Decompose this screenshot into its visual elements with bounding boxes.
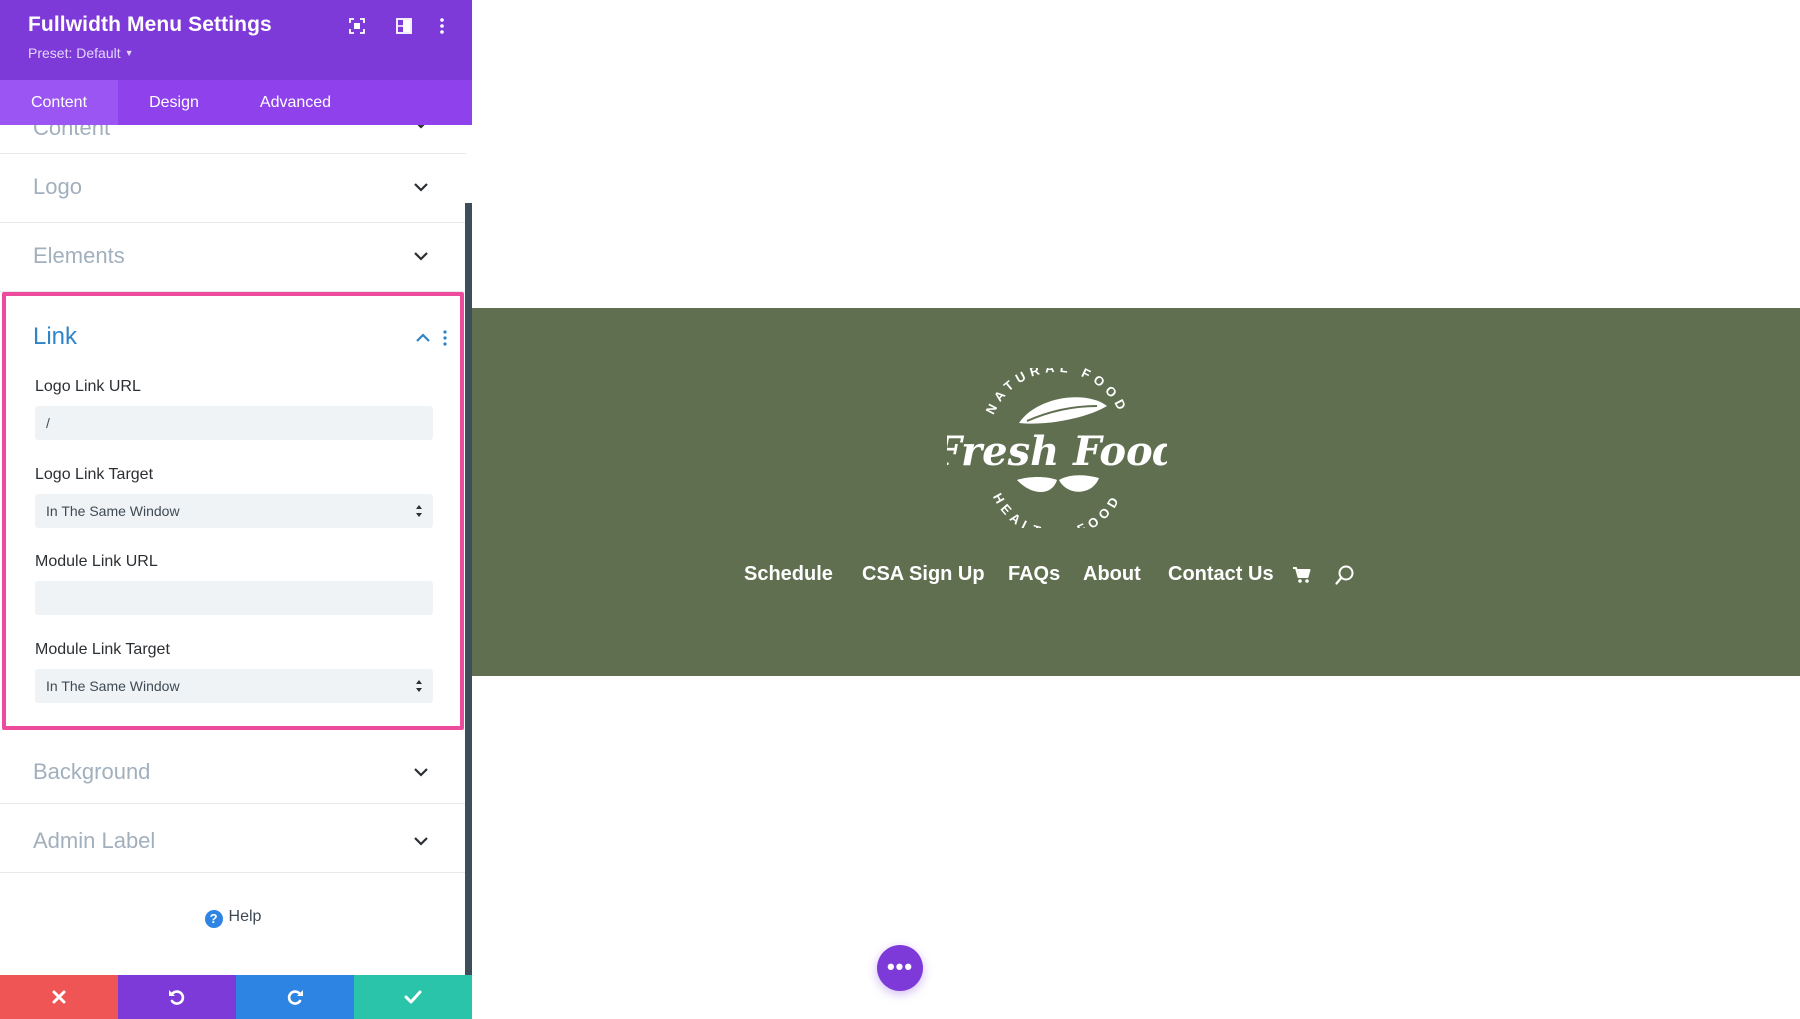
discard-button[interactable] [0, 975, 118, 1019]
chevron-down-icon [417, 125, 425, 129]
question-circle-icon: ? [204, 910, 223, 928]
redo-icon [287, 990, 303, 1005]
action-bar [0, 975, 472, 1019]
close-icon [52, 990, 66, 1004]
logo-link-target-select[interactable]: In The Same Window [35, 494, 433, 528]
module-link-url-input[interactable] [35, 581, 433, 615]
chevron-down-icon [414, 768, 428, 777]
fullwidth-menu-module[interactable]: NATURAL FOOD Fresh Food HEALTHY FOOD Sch… [472, 308, 1800, 676]
toggle-logo-title: Logo [33, 174, 82, 199]
help-link[interactable]: ? Help [0, 908, 466, 928]
chevron-down-icon [414, 837, 428, 846]
toggle-background-title: Background [33, 759, 151, 784]
tab-advanced[interactable]: Advanced [238, 80, 353, 125]
logo-link-url-input[interactable]: / [35, 406, 433, 440]
toggle-elements-title: Elements [33, 243, 125, 268]
chevron-up-icon[interactable] [415, 333, 431, 343]
chevron-down-icon [414, 183, 428, 192]
module-link-target-value: In The Same Window [46, 678, 180, 694]
page-preview: NATURAL FOOD Fresh Food HEALTHY FOOD Sch… [472, 0, 1800, 1019]
redo-button[interactable] [236, 975, 354, 1019]
tab-bar: Content Design Advanced [0, 80, 472, 125]
settings-panel: Fullwidth Menu Settings Preset: Default ▼ [0, 0, 472, 1019]
panel-scrollbar[interactable] [465, 203, 472, 975]
link-section: Link Logo Link URL / Logo Link Target In… [2, 292, 464, 730]
menu-item-contact-us[interactable]: Contact Us [1168, 563, 1274, 586]
page-settings-button[interactable]: ••• [877, 945, 923, 991]
link-section-title[interactable]: Link [33, 323, 77, 351]
module-link-url-label: Module Link URL [35, 553, 158, 570]
caret-down-icon: ▼ [124, 48, 134, 58]
cart-icon[interactable] [1292, 565, 1312, 585]
expand-icon[interactable] [347, 16, 367, 36]
panel-title: Fullwidth Menu Settings [28, 13, 272, 36]
section-more-icon[interactable] [442, 330, 448, 346]
toggle-admin-label-title: Admin Label [33, 828, 156, 853]
module-link-target-select[interactable]: In The Same Window [35, 669, 433, 703]
menu-item-schedule[interactable]: Schedule [744, 563, 833, 586]
menu-item-csa-sign-up[interactable]: CSA Sign Up [862, 563, 985, 586]
more-horizontal-icon: ••• [886, 954, 914, 979]
toggle-content-title: Content [33, 125, 111, 140]
more-vertical-icon[interactable] [432, 16, 452, 36]
toggle-logo[interactable]: Logo [0, 154, 466, 223]
menu-item-faqs[interactable]: FAQs [1008, 563, 1060, 586]
settings-scroll-area[interactable]: Content Logo Elements Link Logo Link URL… [0, 125, 466, 975]
main-menu: Schedule CSA Sign Up FAQs About Contact … [472, 563, 1800, 603]
panel-header: Fullwidth Menu Settings Preset: Default ▼ [0, 0, 472, 80]
logo-link-url-label: Logo Link URL [35, 378, 141, 395]
logo-link-target-label: Logo Link Target [35, 466, 154, 483]
preset-label: Preset: Default [28, 45, 121, 61]
check-icon [404, 990, 422, 1004]
menu-item-about[interactable]: About [1083, 563, 1141, 586]
search-icon[interactable] [1334, 564, 1356, 586]
toggle-content[interactable]: Content [0, 125, 466, 154]
select-arrows-icon [416, 680, 422, 692]
svg-text:HEALTHY FOOD: HEALTHY FOOD [990, 490, 1124, 528]
select-arrows-icon [416, 505, 422, 517]
toggle-admin-label[interactable]: Admin Label [0, 804, 466, 873]
chevron-down-icon [414, 252, 428, 261]
split-view-icon[interactable] [394, 16, 414, 36]
fresh-food-logo[interactable]: NATURAL FOOD Fresh Food HEALTHY FOOD [947, 368, 1167, 528]
preset-selector[interactable]: Preset: Default ▼ [28, 45, 134, 61]
undo-icon [169, 990, 185, 1005]
tab-content[interactable]: Content [0, 80, 118, 125]
toggle-background[interactable]: Background [0, 735, 466, 804]
toggle-elements[interactable]: Elements [0, 223, 466, 292]
help-label: Help [228, 908, 262, 925]
logo-link-target-value: In The Same Window [46, 503, 180, 519]
tab-design[interactable]: Design [124, 80, 224, 125]
undo-button[interactable] [118, 975, 236, 1019]
svg-text:Fresh Food: Fresh Food [947, 428, 1167, 475]
save-button[interactable] [354, 975, 472, 1019]
module-link-target-label: Module Link Target [35, 641, 170, 658]
